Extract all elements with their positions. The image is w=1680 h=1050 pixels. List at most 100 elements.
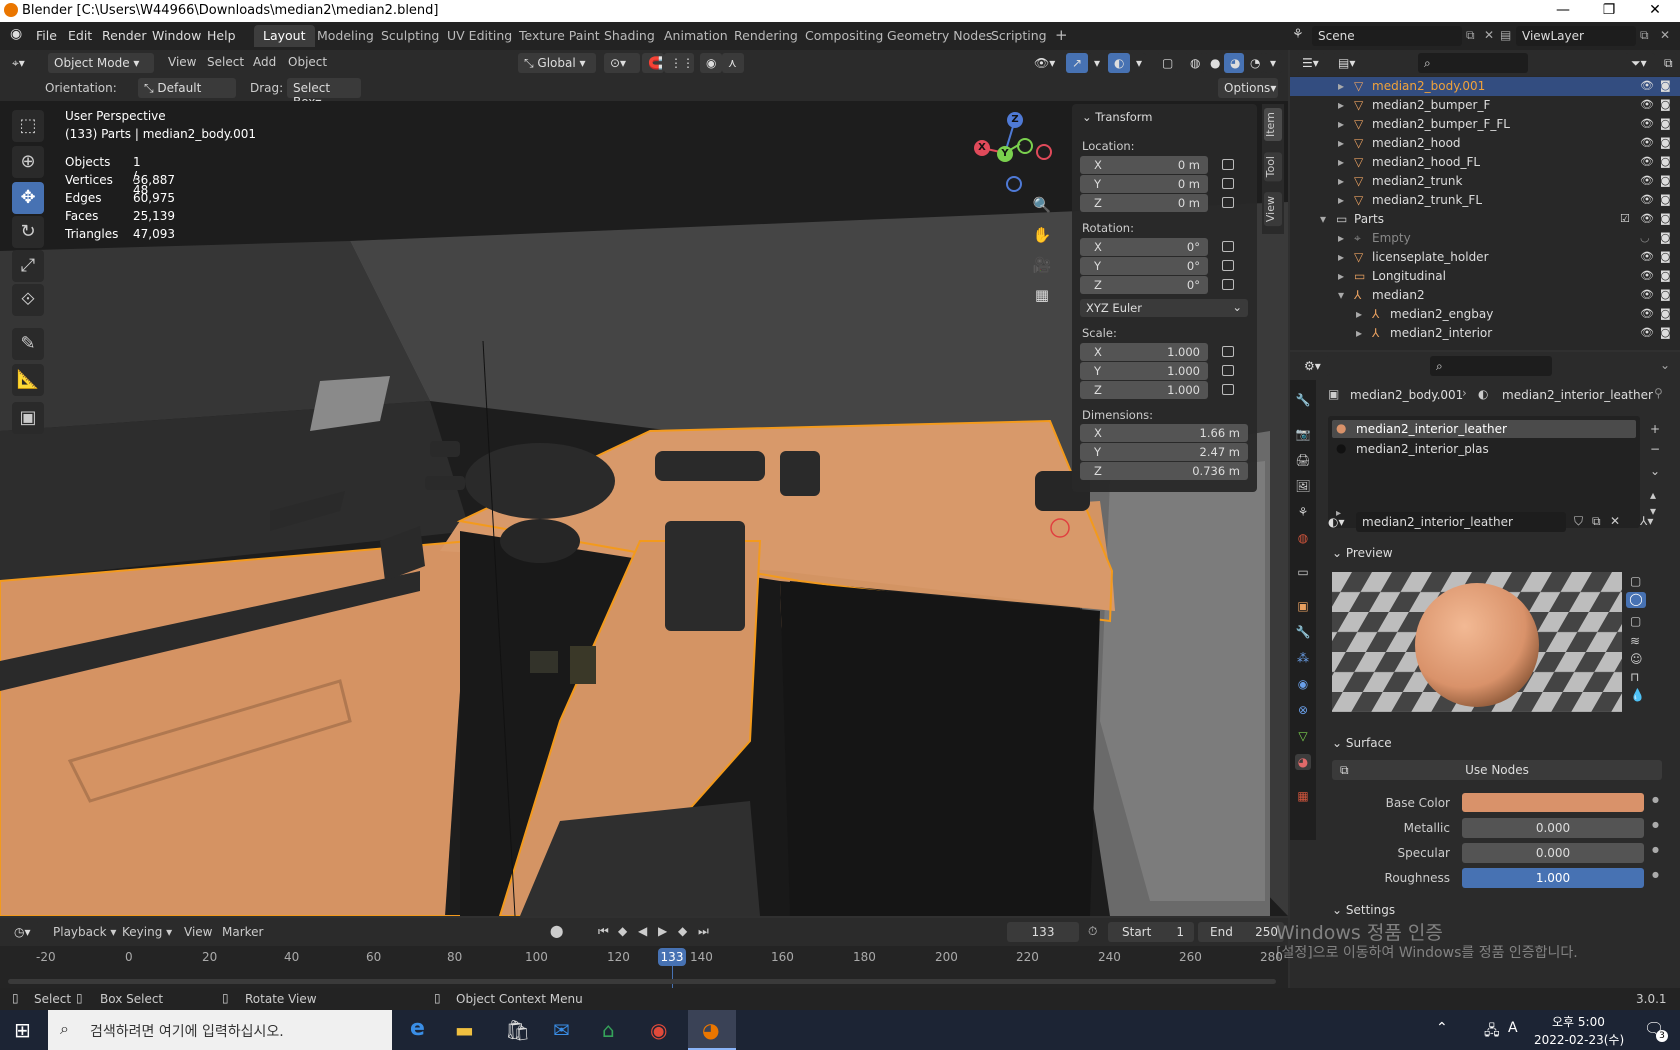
expand-icon[interactable]: ▸ [1338,193,1344,207]
tab-shading[interactable]: Shading [595,25,664,47]
node-browse-icon[interactable]: ⅄▾ [1640,514,1653,528]
world-tab-icon[interactable]: ◍ [1295,530,1311,546]
scale-z-field[interactable]: Z 1.000 [1080,381,1208,399]
camera-icon[interactable]: ◙ [1660,269,1671,282]
outliner-row[interactable]: ▸ ▭ Longitudinal 👁 ◙ [1290,267,1680,286]
zoom-icon[interactable]: 🔍 [1030,193,1054,217]
menu-window[interactable]: Window [152,28,201,43]
material-slot[interactable]: ● median2_interior_plas [1332,440,1636,458]
camera-icon[interactable]: ◙ [1660,155,1671,168]
eye-icon[interactable]: 👁 [1640,117,1654,130]
collection-tab-icon[interactable]: ▭ [1295,564,1311,580]
cursor-tool-icon[interactable]: ⊕ [12,146,44,178]
rotation-mode-dropdown[interactable]: XYZ Euler ⌄ [1080,299,1248,317]
tab-scripting[interactable]: Scripting [982,25,1056,47]
menu-help[interactable]: Help [207,28,236,43]
jump-start-icon[interactable]: ⏮ [598,924,609,939]
lock-icon[interactable] [1222,159,1234,170]
checkbox-icon[interactable]: ☑ [1620,212,1630,225]
eye-icon[interactable]: 👁 [1640,155,1654,168]
ime-indicator[interactable]: A [1508,1020,1518,1036]
physics-tab-icon[interactable]: ◉ [1295,676,1311,692]
outliner-row[interactable]: ▸ ⌖ Empty ◡ ◙ [1290,229,1680,248]
collapse-icon[interactable]: ▾ [1338,288,1344,302]
editor-type-button[interactable]: ⌖▾ [6,53,40,73]
expand-icon[interactable]: ▸ [1356,307,1362,321]
camera-icon[interactable]: ◙ [1660,288,1671,301]
link-dot-icon[interactable]: ● [1652,795,1659,804]
unlink-material-icon[interactable]: ✕ [1610,514,1620,528]
collapse-icon[interactable]: ▾ [1320,212,1326,226]
preview-monkey-icon[interactable]: ☺ [1630,652,1643,666]
transform-orientation-dropdown[interactable]: ⤡ Global ▾ [518,53,596,73]
preview-fluid-icon[interactable]: 💧 [1630,688,1645,702]
settings-panel-header[interactable]: ⌄ Settings [1332,903,1395,917]
expand-icon[interactable]: ▸ [1338,231,1344,245]
camera-icon[interactable]: ◙ [1660,193,1671,206]
link-dot-icon[interactable]: ● [1652,870,1659,879]
expand-icon[interactable]: ▸ [1338,250,1344,264]
link-dot-icon[interactable]: ● [1652,820,1659,829]
tab-layout[interactable]: Layout [254,25,315,47]
proportional-edit-icon[interactable]: ◉ [700,53,722,73]
next-keyframe-icon[interactable]: ◆ [678,924,687,938]
snap-target-icon[interactable]: ⋮⋮ [664,53,694,73]
camera-icon[interactable]: ◙ [1660,79,1671,92]
slot-specials-icon[interactable]: ⌄ [1650,464,1660,478]
viewlayer-selector[interactable]: ViewLayer [1516,26,1636,46]
menu-edit[interactable]: Edit [68,28,92,43]
preview-panel-header[interactable]: ⌄ Preview [1332,546,1393,560]
transform-panel-header[interactable]: ⌄ Transform [1082,110,1153,124]
outliner-row[interactable]: ▸ ▽ licenseplate_holder 👁 ◙ [1290,248,1680,267]
gizmo-toggle-icon[interactable]: ↗ [1066,53,1088,73]
material-tab-icon[interactable]: ◕ [1295,754,1311,770]
properties-search-input[interactable]: ⌕ [1430,356,1552,376]
location-x-field[interactable]: X 0 m [1080,156,1208,174]
outliner-editor-type-icon[interactable]: ☰▾ [1296,53,1326,73]
preview-cube-icon[interactable]: ▢ [1630,614,1641,628]
gizmo-neg-z-axis[interactable] [1006,176,1022,192]
expand-icon[interactable]: ▸ [1338,98,1344,112]
outliner-row[interactable]: ▸ ▽ median2_hood_FL 👁 ◙ [1290,153,1680,172]
outliner-row[interactable]: ▸ ▽ median2_trunk_FL 👁 ◙ [1290,191,1680,210]
eye-icon[interactable]: 👁 [1640,269,1654,282]
lock-icon[interactable] [1222,178,1234,189]
lock-icon[interactable] [1222,279,1234,290]
transform-tool-icon[interactable]: ⟐ [12,284,44,316]
outliner-row[interactable]: ▾ ▭ Parts ☑ 👁 ◙ [1290,210,1680,229]
texture-tab-icon[interactable]: ▦ [1295,788,1311,804]
surface-panel-header[interactable]: ⌄ Surface [1332,736,1392,750]
mesh-data-tab-icon[interactable]: ▽ [1295,728,1311,744]
new-viewlayer-icon[interactable]: ⧉ [1640,28,1649,43]
dimensions-x-field[interactable]: X 1.66 m [1080,424,1248,442]
outliner-row[interactable]: ▸ ⅄ median2_interior 👁 ◙ [1290,324,1680,343]
rotate-tool-icon[interactable]: ↻ [12,216,44,248]
new-collection-icon[interactable]: ⧉ [1658,53,1678,73]
tab-uv-editing[interactable]: UV Editing [438,25,521,47]
camera-icon[interactable]: ◙ [1660,212,1671,225]
taskbar-time[interactable]: 오후 5:00 [1552,1013,1605,1030]
properties-editor-type-icon[interactable]: ⚙▾ [1298,356,1330,376]
outliner-row[interactable]: ▸ ▽ median2_trunk 👁 ◙ [1290,172,1680,191]
file-explorer-icon[interactable]: ▬ [455,1018,474,1042]
taskbar-date[interactable]: 2022-02-23(수) [1534,1031,1624,1048]
annotate-tool-icon[interactable]: ✎ [12,328,44,360]
options-dropdown[interactable]: Options▾ [1218,78,1278,98]
eye-icon[interactable]: 👁 [1640,79,1654,92]
blender-menu-icon[interactable]: ◉ [10,26,22,42]
maps-app-icon[interactable]: ⌂ [602,1018,615,1042]
preview-sphere-icon[interactable]: ◯ [1626,592,1646,608]
eye-icon[interactable]: 👁 [1640,98,1654,111]
material-browse-icon[interactable]: ◐▾ [1328,515,1345,529]
lock-icon[interactable] [1222,365,1234,376]
menu-keying[interactable]: Keying ▾ [122,925,172,939]
tab-view[interactable]: View [1264,192,1282,227]
overlay-dropdown-icon[interactable]: ▾ [1130,53,1146,73]
menu-timeline-view[interactable]: View [184,925,212,939]
lock-icon[interactable] [1222,260,1234,271]
wireframe-shading-icon[interactable]: ◍ [1184,53,1204,73]
pivot-point-icon[interactable]: ⊙▾ [604,53,640,73]
link-dot-icon[interactable]: ● [1652,845,1659,854]
dimensions-z-field[interactable]: Z 0.736 m [1080,462,1248,480]
camera-view-icon[interactable]: 🎥 [1030,253,1054,277]
